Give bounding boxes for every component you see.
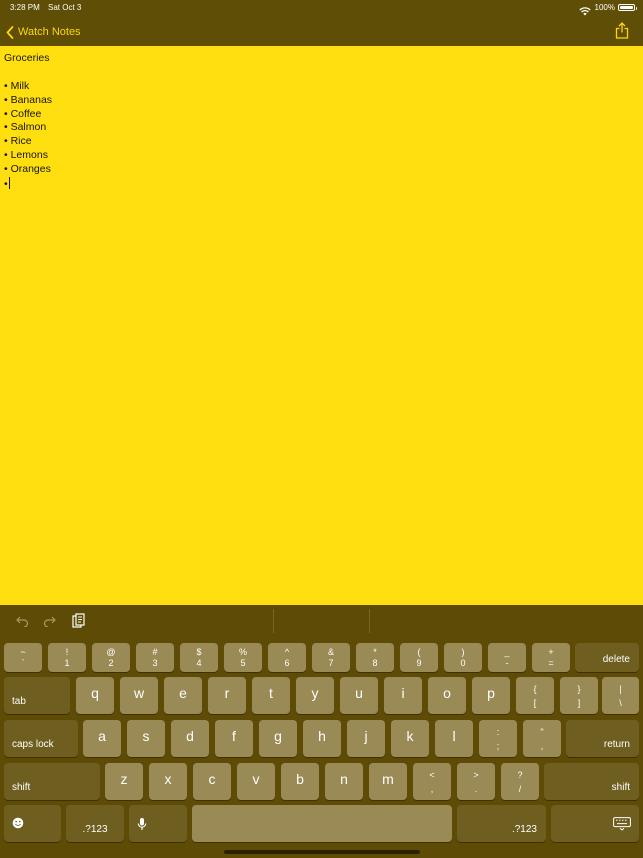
navigation-bar: 3:28 PM Sat Oct 3 100% Watch Notes: [0, 0, 643, 46]
share-icon: [615, 22, 629, 39]
key-0[interactable]: ) 0: [444, 643, 482, 672]
chevron-left-icon: [6, 25, 14, 39]
key-right-brace[interactable]: }]: [560, 677, 598, 714]
share-button[interactable]: [615, 22, 629, 44]
back-button[interactable]: Watch Notes: [6, 23, 81, 41]
emoji-icon: [12, 816, 24, 834]
key-7[interactable]: & 7: [312, 643, 350, 672]
key-9[interactable]: (9: [400, 643, 438, 672]
note-title[interactable]: Groceries: [4, 52, 50, 64]
list-item[interactable]: • Oranges: [4, 163, 51, 175]
divider: [273, 609, 274, 633]
keyboard-dismiss-icon: [613, 817, 631, 836]
divider: [369, 609, 370, 633]
key-left-brace[interactable]: {[: [516, 677, 554, 714]
key-v[interactable]: v: [237, 763, 275, 800]
numbers-key-left[interactable]: .?123: [66, 805, 124, 842]
paste-button[interactable]: [72, 613, 85, 633]
key-4[interactable]: $4: [180, 643, 218, 672]
key-n[interactable]: n: [325, 763, 363, 800]
key-semicolon[interactable]: :;: [479, 720, 517, 757]
key-m[interactable]: m: [369, 763, 407, 800]
key-2[interactable]: @2: [92, 643, 130, 672]
key-i[interactable]: i: [384, 677, 422, 714]
bullet: •: [4, 178, 8, 190]
emoji-key[interactable]: [4, 805, 61, 842]
key-3[interactable]: #3: [136, 643, 174, 672]
key-quote[interactable]: ",: [523, 720, 561, 757]
return-key[interactable]: return: [566, 720, 639, 757]
delete-key[interactable]: delete: [575, 643, 639, 672]
key-d[interactable]: d: [171, 720, 209, 757]
text-caret: [8, 177, 10, 189]
key-j[interactable]: j: [347, 720, 385, 757]
key-question[interactable]: ? /: [501, 763, 539, 800]
key-equals[interactable]: + =: [532, 643, 570, 672]
key-r[interactable]: r: [208, 677, 246, 714]
key-x[interactable]: x: [149, 763, 187, 800]
back-button-label: Watch Notes: [18, 26, 81, 38]
home-indicator: [224, 850, 420, 854]
key-f[interactable]: f: [215, 720, 253, 757]
key-w[interactable]: w: [120, 677, 158, 714]
shortcut-bar: [0, 605, 643, 638]
undo-icon: [16, 616, 29, 628]
current-line[interactable]: •: [4, 177, 10, 190]
keyboard: ~ ` ! 1 @2 #3 $4 % 5 ^ 6 & 7 * 8 (9 ) 0 _ - + = d…: [0, 605, 643, 858]
key-tilde[interactable]: ~ `: [4, 643, 42, 672]
list-item[interactable]: • Milk: [4, 80, 29, 92]
undo-button[interactable]: [15, 614, 29, 632]
key-backslash[interactable]: | \: [602, 677, 639, 714]
key-a[interactable]: a: [83, 720, 121, 757]
numbers-key-right[interactable]: .?123: [457, 805, 546, 842]
key-minus[interactable]: _ -: [488, 643, 526, 672]
key-8[interactable]: * 8: [356, 643, 394, 672]
key-l[interactable]: l: [435, 720, 473, 757]
shift-left-key[interactable]: shift: [4, 763, 100, 800]
list-item[interactable]: • Rice: [4, 135, 32, 147]
key-u[interactable]: u: [340, 677, 378, 714]
status-date: Sat Oct 3: [48, 3, 82, 12]
wifi-icon: [579, 3, 591, 21]
note-editor[interactable]: Groceries • Milk • Bananas • Coffee • Sa…: [0, 46, 643, 605]
key-5[interactable]: % 5: [224, 643, 262, 672]
key-p[interactable]: p: [472, 677, 510, 714]
list-item[interactable]: • Coffee: [4, 108, 41, 120]
microphone-icon: [137, 817, 147, 836]
key-z[interactable]: z: [105, 763, 143, 800]
battery-icon: [618, 4, 637, 11]
battery-percentage: 100%: [594, 3, 615, 12]
space-bar[interactable]: [192, 805, 452, 842]
key-o[interactable]: o: [428, 677, 466, 714]
list-item[interactable]: • Salmon: [4, 121, 46, 133]
status-time: 3:28 PM: [10, 3, 40, 12]
key-h[interactable]: h: [303, 720, 341, 757]
caps-lock-key[interactable]: caps lock: [4, 720, 78, 757]
key-y[interactable]: y: [296, 677, 334, 714]
key-greater-than[interactable]: >.: [457, 763, 495, 800]
redo-icon: [43, 616, 56, 628]
key-c[interactable]: c: [193, 763, 231, 800]
key-e[interactable]: e: [164, 677, 202, 714]
dictation-key[interactable]: [129, 805, 187, 842]
key-less-than[interactable]: <,: [413, 763, 451, 800]
list-item[interactable]: • Bananas: [4, 94, 52, 106]
shift-right-key[interactable]: shift: [544, 763, 639, 800]
key-6[interactable]: ^ 6: [268, 643, 306, 672]
tab-key[interactable]: tab: [4, 677, 70, 714]
key-t[interactable]: t: [252, 677, 290, 714]
redo-button[interactable]: [43, 614, 57, 632]
key-g[interactable]: g: [259, 720, 297, 757]
key-s[interactable]: s: [127, 720, 165, 757]
key-b[interactable]: b: [281, 763, 319, 800]
paste-icon: [72, 613, 85, 628]
key-q[interactable]: q: [76, 677, 114, 714]
list-item[interactable]: • Lemons: [4, 149, 48, 161]
key-1[interactable]: ! 1: [48, 643, 86, 672]
key-k[interactable]: k: [391, 720, 429, 757]
dismiss-keyboard-key[interactable]: [551, 805, 639, 842]
